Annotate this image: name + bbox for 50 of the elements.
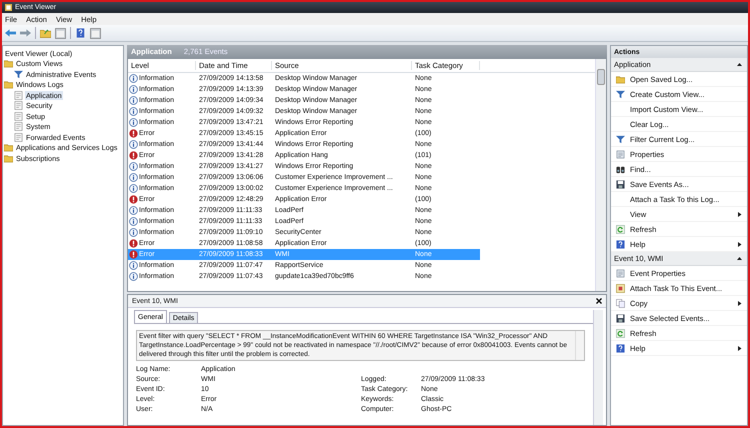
- info-icon: [129, 173, 138, 182]
- task-icon: [616, 284, 625, 292]
- info-icon: [129, 107, 138, 116]
- filter-icon: [616, 134, 625, 144]
- log-icon: [14, 132, 23, 142]
- help-icon: [616, 240, 625, 248]
- submenu-arrow-icon: [737, 346, 742, 350]
- submenu-arrow-icon: [737, 242, 742, 246]
- forward-arrow-icon[interactable]: [20, 28, 31, 38]
- info-icon: [129, 261, 138, 270]
- submenu-arrow-icon: [737, 300, 742, 306]
- info-icon: [129, 217, 138, 226]
- close-button[interactable]: [596, 298, 602, 304]
- info-icon: [129, 184, 138, 193]
- collapse-icon[interactable]: [737, 256, 742, 261]
- copy-icon: [616, 298, 625, 308]
- refresh-icon: [616, 328, 625, 338]
- filter-icon: [14, 70, 23, 79]
- scrollbar[interactable]: [595, 59, 606, 291]
- filter-icon: [616, 90, 625, 98]
- log-icon: [14, 90, 23, 100]
- back-arrow-icon[interactable]: [5, 28, 16, 38]
- refresh-icon: [616, 224, 625, 234]
- info-icon: [129, 206, 138, 215]
- info-icon: [129, 118, 138, 127]
- info-icon: [129, 140, 138, 149]
- log-icon: [14, 112, 23, 121]
- folder-icon[interactable]: [40, 28, 51, 38]
- info-icon: [129, 96, 138, 105]
- properties-icon: [616, 268, 625, 278]
- submenu-arrow-icon: [737, 212, 742, 216]
- pane-icon[interactable]: [55, 28, 66, 38]
- folder-icon: [616, 74, 625, 84]
- log-icon: [14, 122, 23, 132]
- info-icon: [129, 162, 138, 171]
- info-icon: [129, 74, 138, 83]
- help-icon: [616, 344, 625, 352]
- info-icon: [129, 228, 138, 237]
- log-icon: [14, 101, 23, 110]
- collapse-icon[interactable]: [737, 62, 742, 67]
- help-icon[interactable]: [75, 28, 86, 38]
- properties-icon: [616, 150, 625, 158]
- folder-icon: [4, 80, 13, 90]
- info-icon: [129, 272, 138, 281]
- pane-icon[interactable]: [90, 28, 101, 38]
- app-icon: [5, 4, 12, 11]
- folder-icon: [4, 59, 13, 68]
- binoculars-icon: [616, 164, 625, 174]
- scrollbar[interactable]: [593, 310, 603, 425]
- info-icon: [129, 85, 138, 94]
